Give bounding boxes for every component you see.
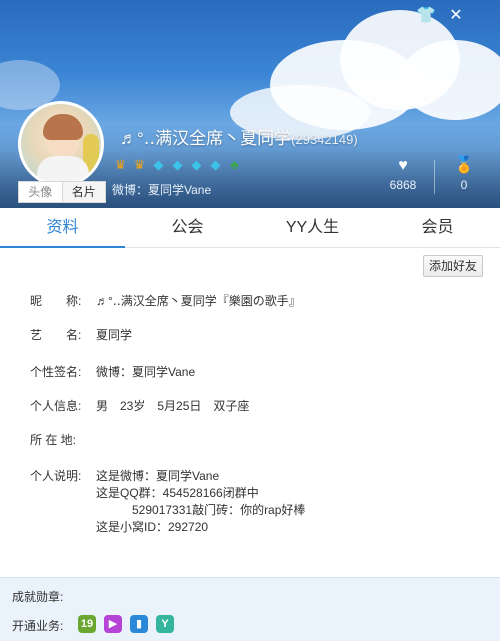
diamond-icon: ◆ (191, 157, 202, 172)
avatar-hair (43, 114, 83, 140)
location-row: 所 在 地: (30, 431, 96, 448)
leaf-icon: ♣ (230, 157, 239, 172)
nickname-text: ♬°‥满汉全席丶夏同学 (120, 129, 292, 148)
avatar[interactable] (18, 101, 104, 187)
description-line: 这是小窝ID：292720 (96, 520, 209, 534)
diamond-icon: ◆ (172, 157, 183, 172)
achievements-label: 成就勋章: (12, 590, 64, 604)
stage-name-value: 夏同学 (96, 328, 133, 342)
avatar-card-toggle: 头像 名片 (18, 181, 106, 203)
crown-gold-icon: ♛ (133, 157, 146, 172)
likes-count: 6868 (389, 178, 417, 192)
weibo-line: 微博：夏同学Vane (112, 183, 212, 197)
add-friend-button[interactable]: 添加好友 (423, 255, 483, 277)
nickname-label: 昵 称: (30, 294, 82, 308)
close-icon[interactable]: ✕ (446, 6, 466, 26)
card-icon[interactable]: ▮ (130, 615, 148, 633)
services-label: 开通业务: (12, 619, 64, 633)
description-line: 529017331敲门砖：你的rap好棒 (96, 503, 306, 517)
description-row: 个人说明: 这是微博：夏同学Vane 这是QQ群：454528166闭群中 52… (30, 468, 305, 536)
award-count: 0 (460, 178, 468, 192)
stage-name-row: 艺 名: 夏同学 (30, 326, 132, 343)
nickname-header: ♬°‥满汉全席丶夏同学(29342149) (120, 124, 358, 149)
tab-avatar[interactable]: 头像 (19, 182, 62, 202)
profile-header: 👕 ✕ ♬°‥满汉全席丶夏同学(29342149) ♛ ♛ ◆ ◆ ◆ ◆ ♣ 微博：夏同学… (0, 0, 500, 208)
skin-icon[interactable]: 👕 (416, 6, 436, 26)
diamond-icon: ◆ (210, 157, 221, 172)
crown-gold-icon: ♛ (114, 157, 127, 172)
description-line: 这是微博：夏同学Vane (96, 469, 220, 483)
signature-value: 微博：夏同学Vane (96, 365, 196, 379)
cloud-decoration (400, 40, 500, 120)
stage-name-label: 艺 名: (30, 328, 82, 342)
main-tabs: 资料 公会 YY人生 会员 (0, 208, 500, 248)
personal-info-row: 个人信息: 男 23岁 5月25日 双子座 (30, 397, 249, 414)
heart-icon: ♥ (398, 157, 408, 174)
location-label: 所 在 地: (30, 433, 77, 447)
diamond-icon: ◆ (153, 157, 164, 172)
tab-card[interactable]: 名片 (61, 182, 105, 202)
description-value: 这是微博：夏同学Vane 这是QQ群：454528166闭群中 52901733… (96, 468, 305, 536)
yy-id: (29342149) (291, 132, 358, 147)
tab-profile[interactable]: 资料 (0, 208, 125, 248)
description-line: 这是QQ群：454528166闭群中 (96, 486, 259, 500)
vip-level-icon[interactable]: 19 (78, 615, 96, 633)
personal-info-label: 个人信息: (30, 399, 82, 413)
tab-guild[interactable]: 公会 (125, 208, 250, 247)
nickname-value: ♬°‥满汉全席丶夏同学『樂園の歌手』 (96, 294, 301, 308)
footer-panel: 成就勋章: 开通业务: 19 ▶ ▮ Y (0, 577, 500, 641)
award-stat[interactable]: 🏅 0 (434, 156, 494, 192)
likes-stat[interactable]: ♥ 6868 (373, 156, 433, 192)
play-icon[interactable]: ▶ (104, 615, 122, 633)
tab-membership[interactable]: 会员 (375, 208, 500, 247)
badge-row: ♛ ♛ ◆ ◆ ◆ ◆ ♣ (112, 156, 243, 173)
nickname-row: 昵 称: ♬°‥满汉全席丶夏同学『樂園の歌手』 (30, 292, 301, 309)
description-label: 个人说明: (30, 469, 82, 483)
award-icon: 🏅 (454, 157, 474, 174)
signature-row: 个性签名: 微博：夏同学Vane (30, 363, 195, 380)
personal-info-value: 男 23岁 5月25日 双子座 (96, 399, 250, 413)
yy-icon[interactable]: Y (156, 615, 174, 633)
signature-label: 个性签名: (30, 365, 82, 379)
tab-yy-life[interactable]: YY人生 (250, 208, 375, 247)
